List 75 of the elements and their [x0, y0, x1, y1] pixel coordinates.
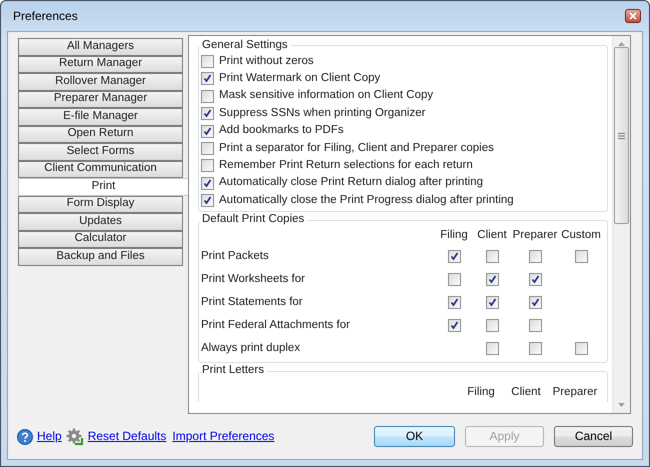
column-header: Preparer: [512, 229, 558, 243]
checkbox[interactable]: [528, 273, 542, 286]
column-header: Filing: [440, 229, 468, 243]
sidebar-item[interactable]: Preparer Manager: [18, 90, 183, 108]
sidebar-item[interactable]: Open Return: [18, 126, 183, 143]
sidebar-item[interactable]: Calculator: [18, 230, 183, 248]
column-header: Preparer: [552, 386, 598, 400]
sidebar-item[interactable]: Updates: [18, 213, 183, 230]
checkbox[interactable]: [528, 296, 542, 310]
option-label: Print Watermark on Client Copy: [219, 72, 380, 86]
option-label: Print without zeros: [219, 54, 314, 68]
row-label: Print Statements for: [201, 296, 303, 310]
sidebar-item[interactable]: E-file Manager: [18, 108, 183, 126]
checkbox[interactable]: [486, 319, 498, 332]
sidebar-item[interactable]: Backup and Files: [18, 248, 183, 266]
checkbox[interactable]: [448, 319, 460, 332]
sidebar-item[interactable]: Rollover Manager: [18, 73, 183, 90]
checkbox[interactable]: [486, 296, 498, 310]
close-icon: [629, 12, 637, 20]
sidebar-item[interactable]: Return Manager: [18, 56, 183, 73]
checkbox[interactable]: [201, 107, 214, 120]
row-label: Print Worksheets for: [201, 272, 305, 286]
checkbox[interactable]: [201, 159, 214, 172]
scroll-down-icon[interactable]: [618, 403, 625, 407]
column-header: Client: [510, 386, 542, 400]
checkbox[interactable]: [574, 342, 588, 356]
dialog-button[interactable]: OK: [374, 426, 455, 447]
checkbox[interactable]: [448, 273, 460, 286]
checkbox[interactable]: [201, 54, 214, 68]
group-title: General Settings: [201, 39, 289, 53]
group-title: Default Print Copies: [201, 213, 306, 228]
dialog-button[interactable]: Cancel: [554, 426, 633, 447]
checkbox[interactable]: [448, 296, 460, 310]
row-label: Print Packets: [201, 250, 269, 264]
group-title: Print Letters: [201, 364, 265, 378]
checkbox[interactable]: [201, 72, 214, 86]
option-label: Automatically close the Print Progress dialog after printing: [219, 194, 514, 208]
window-title: Preferences: [13, 8, 78, 24]
option-label: Automatically close Print Return dialog after printing: [219, 176, 483, 190]
checkbox[interactable]: [448, 250, 460, 264]
checkbox[interactable]: [528, 319, 542, 332]
sidebar-item[interactable]: Client Communication: [18, 160, 183, 178]
checkbox[interactable]: [486, 250, 498, 264]
column-header: Client: [477, 229, 507, 243]
checkbox[interactable]: [486, 273, 498, 286]
checkbox[interactable]: [528, 342, 542, 356]
option-label: Print a separator for Filing, Client and Preparer copies: [219, 142, 494, 156]
column-header: Custom: [561, 229, 601, 243]
scrollbar[interactable]: [612, 36, 630, 413]
row-label: Print Federal Attachments for: [201, 318, 350, 332]
import-preferences-link[interactable]: Import Preferences: [172, 429, 274, 444]
checkbox[interactable]: [574, 250, 588, 264]
checkbox[interactable]: [201, 194, 214, 208]
sidebar-item[interactable]: Form Display: [18, 196, 183, 213]
sidebar-item[interactable]: Print: [18, 178, 188, 196]
close-button[interactable]: [625, 9, 641, 23]
option-label: Suppress SSNs when printing Organizer: [219, 106, 426, 121]
option-label: Add bookmarks to PDFs: [219, 124, 344, 138]
row-label: Always print duplex: [201, 342, 300, 356]
checkbox[interactable]: [528, 250, 542, 264]
option-label: Mask sensitive information on Client Copy: [219, 89, 434, 104]
checkbox[interactable]: [486, 342, 498, 356]
checkbox[interactable]: [201, 124, 214, 138]
reset-defaults-link[interactable]: Reset Defaults: [88, 429, 166, 444]
help-icon[interactable]: [17, 428, 33, 444]
column-header: Filing: [466, 386, 496, 400]
help-link[interactable]: Help: [37, 429, 62, 444]
checkbox[interactable]: [201, 176, 214, 190]
sidebar-item[interactable]: Select Forms: [18, 143, 183, 160]
checkbox[interactable]: [201, 142, 214, 155]
sidebar-item[interactable]: All Managers: [18, 38, 183, 56]
scroll-thumb[interactable]: [614, 47, 629, 224]
option-label: Remember Print Return selections for each return: [219, 158, 473, 173]
gear-icon: [66, 428, 84, 446]
checkbox[interactable]: [201, 90, 214, 103]
